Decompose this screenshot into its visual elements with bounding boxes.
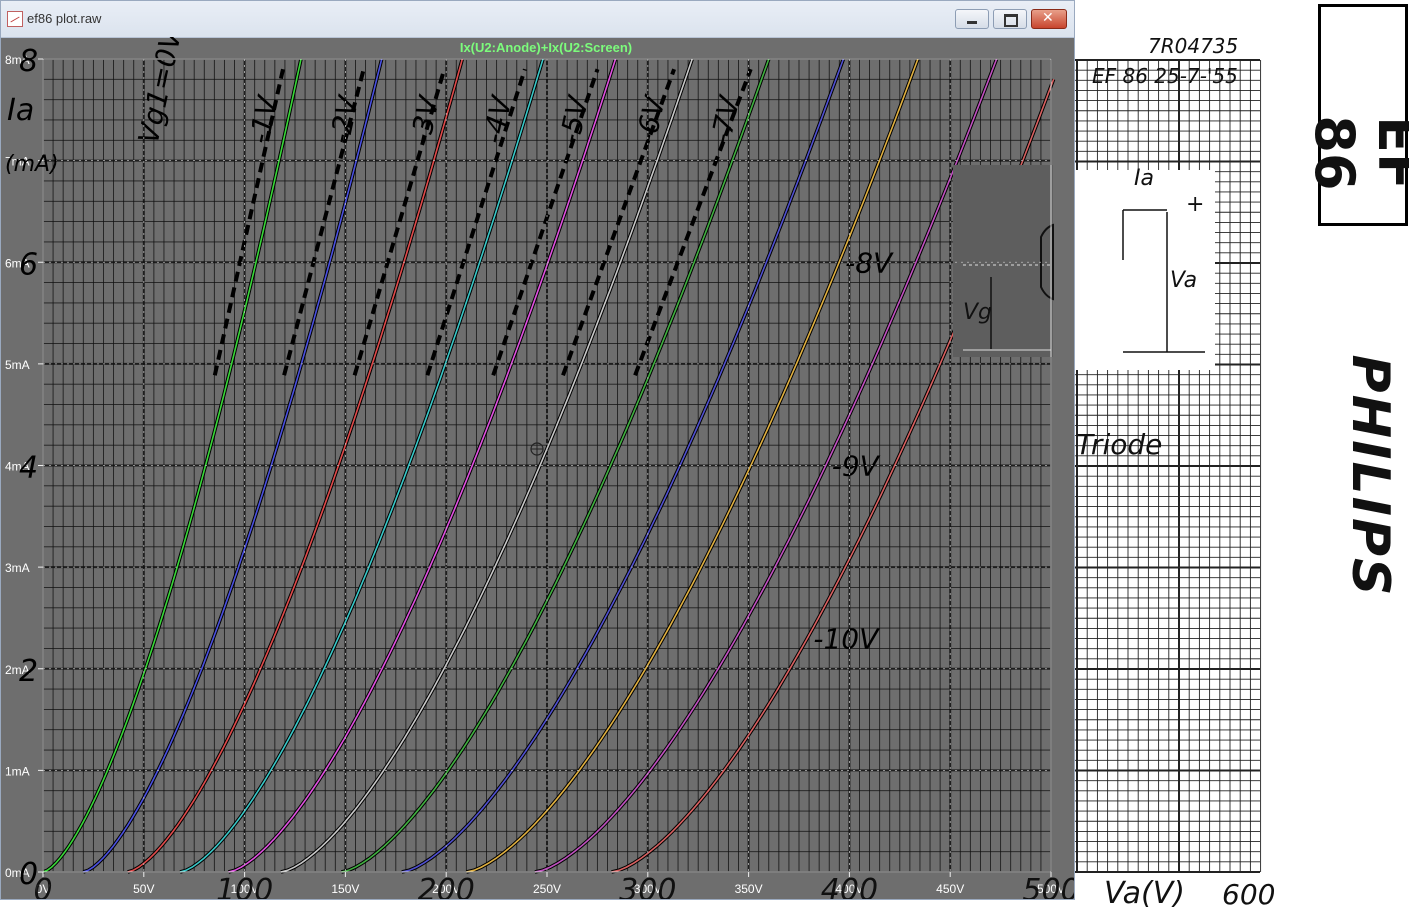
inset-background bbox=[953, 165, 1053, 357]
datasheet-code: 7R04735 bbox=[1148, 34, 1239, 58]
scan-y-tick-label: 8 bbox=[19, 44, 38, 79]
curve-label: -8V bbox=[845, 246, 894, 279]
scan-y-tick-label: 2 bbox=[19, 654, 38, 689]
circuit-inset: Vg bbox=[953, 165, 1054, 357]
scan-x-tick-label: 200 bbox=[418, 873, 475, 899]
scan-y-axis-unit: (mA) bbox=[5, 152, 59, 177]
brand-maker-name: PHILIPS bbox=[1340, 354, 1400, 598]
x-tick-label: 50V bbox=[133, 882, 154, 896]
scan-x-tick-label: 500 bbox=[1022, 873, 1074, 899]
datasheet-va-label: Va bbox=[1170, 268, 1198, 293]
scan-x-tick-label: 0 bbox=[33, 873, 52, 899]
datasheet-x-end: 600 bbox=[1222, 878, 1276, 911]
datasheet-ia-label: Ia bbox=[1134, 166, 1154, 191]
trace-label[interactable]: Ix(U2:Anode)+Ix(U2:Screen) bbox=[460, 40, 632, 55]
datasheet-mode-label: Triode bbox=[1076, 428, 1163, 461]
scan-y-tick-label: 6 bbox=[19, 247, 38, 282]
curve-label: Vg1=0V bbox=[132, 37, 189, 147]
scan-x-tick-label: 100 bbox=[216, 873, 273, 899]
datasheet-plus-sign: + bbox=[1186, 192, 1205, 217]
datasheet-x-axis-label: Va(V) bbox=[1104, 876, 1185, 911]
x-tick-label: 250V bbox=[533, 882, 561, 896]
scan-x-tick-label: 300 bbox=[619, 873, 676, 899]
datasheet-ident: EF 86 25-7-'55 bbox=[1092, 64, 1238, 88]
scan-y-tick-label: 4 bbox=[19, 451, 38, 486]
curve-label: -10V bbox=[813, 622, 880, 655]
scan-x-tick-label: 400 bbox=[821, 873, 878, 899]
minimize-button[interactable] bbox=[955, 9, 989, 29]
curve-label: -9V bbox=[832, 450, 881, 483]
datasheet-grid bbox=[1075, 59, 1262, 873]
window-title: ef86 plot.raw bbox=[27, 11, 102, 26]
x-tick-label: 450V bbox=[936, 882, 964, 896]
y-tick-label: 3mA bbox=[5, 561, 30, 575]
waveform-app-icon bbox=[7, 11, 23, 27]
plot-window: ef86 plot.raw Vg1=0V-1V-2V-3V-4V-5V-6V-7… bbox=[0, 0, 1075, 900]
maximize-button[interactable] bbox=[993, 9, 1027, 29]
close-button[interactable] bbox=[1031, 9, 1067, 29]
y-tick-label: 1mA bbox=[5, 764, 30, 778]
inset-vg-label: Vg bbox=[963, 300, 992, 325]
x-tick-label: 150V bbox=[331, 882, 359, 896]
x-tick-label: 350V bbox=[735, 882, 763, 896]
y-tick-label: 5mA bbox=[5, 358, 30, 372]
plot-area[interactable]: Vg1=0V -1V -2V -3V -4V -5V -6V -7V-8V-9V-10V Vg… bbox=[1, 37, 1074, 899]
scan-y-axis-label: Ia bbox=[7, 93, 34, 128]
title-bar[interactable]: ef86 plot.raw bbox=[1, 1, 1074, 38]
brand-tube-name: EF 86 bbox=[1303, 115, 1409, 191]
